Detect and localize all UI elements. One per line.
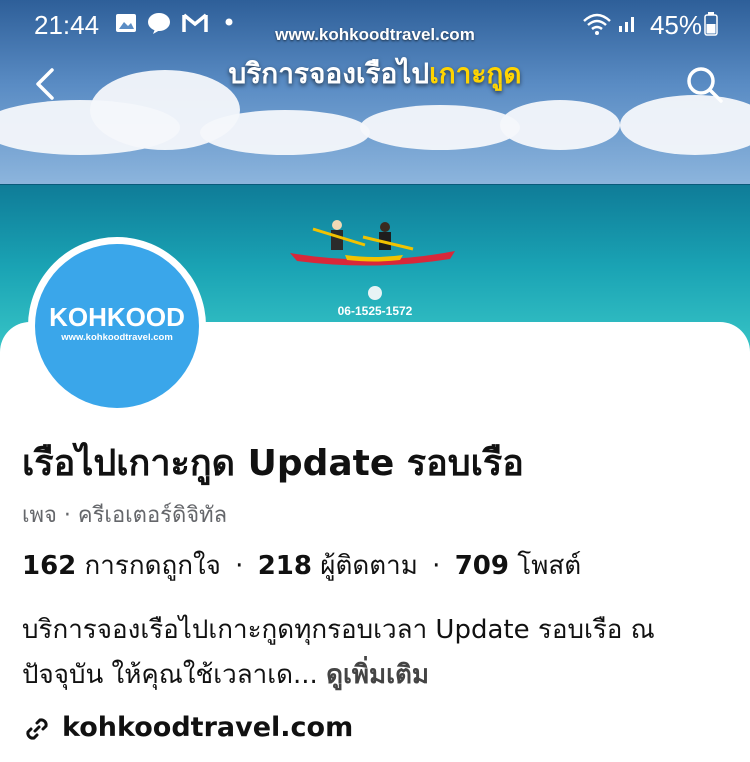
- stats-separator: ·: [235, 551, 244, 581]
- page-title: เรือไปเกาะกูด Update รอบเรือ: [22, 443, 524, 484]
- signal-icon: [619, 17, 634, 32]
- gallery-icon: [116, 14, 136, 32]
- posts-count: 709: [454, 551, 509, 581]
- page-category: เพจ · ครีเอเตอร์ดิจิทัล: [22, 503, 228, 528]
- cover-title: บริการจองเรือไปเกาะกูด: [0, 52, 750, 96]
- posts-label: โพสต์: [517, 551, 582, 581]
- search-icon[interactable]: [684, 64, 724, 104]
- cloud: [360, 105, 520, 150]
- gmail-icon: [182, 13, 208, 32]
- dot-icon: [225, 18, 233, 26]
- likes-label: การกดถูกใจ: [84, 551, 221, 581]
- website-link[interactable]: kohkoodtravel.com: [22, 712, 353, 752]
- link-icon: [26, 717, 48, 740]
- stats-separator: ·: [432, 551, 441, 581]
- back-arrow-icon[interactable]: [24, 62, 68, 106]
- status-time: 21:44: [34, 10, 100, 40]
- followers-count[interactable]: 218: [258, 551, 312, 581]
- website-text[interactable]: kohkoodtravel.com: [62, 712, 353, 743]
- battery-percent: 45%: [649, 10, 702, 40]
- cover-title-part1: บริการจองเรือไป: [228, 57, 430, 90]
- page-stats: 162 การกดถูกใจ · 218 ผู้ติดตาม · 709 โพส…: [22, 545, 581, 586]
- battery-icon: [704, 12, 718, 36]
- followers-label[interactable]: ผู้ติดตาม: [320, 551, 418, 581]
- cover-phone-text: 06-1525-1572: [337, 304, 413, 318]
- avatar[interactable]: KOHKOOD www.kohkoodtravel.com: [35, 244, 199, 408]
- avatar-brand: KOHKOOD: [49, 302, 185, 332]
- cover-title-part2: เกาะกูด: [429, 57, 522, 90]
- cover-phone: 06-1525-1572: [330, 286, 420, 318]
- see-more-link[interactable]: ดูเพิ่มเติม: [326, 660, 429, 690]
- kayak-image: [290, 220, 455, 266]
- avatar-url: www.kohkoodtravel.com: [61, 332, 173, 343]
- status-bar: 21:44 45%: [0, 0, 750, 52]
- page-bio: บริการจองเรือไปเกาะกูดทุกรอบเวลา Update …: [22, 608, 732, 698]
- cloud: [500, 100, 620, 150]
- cloud: [200, 110, 370, 155]
- wifi-icon: [583, 13, 611, 35]
- line-chat-icon: [148, 13, 170, 34]
- phone-icon: [368, 286, 382, 300]
- likes-count: 162: [22, 551, 77, 581]
